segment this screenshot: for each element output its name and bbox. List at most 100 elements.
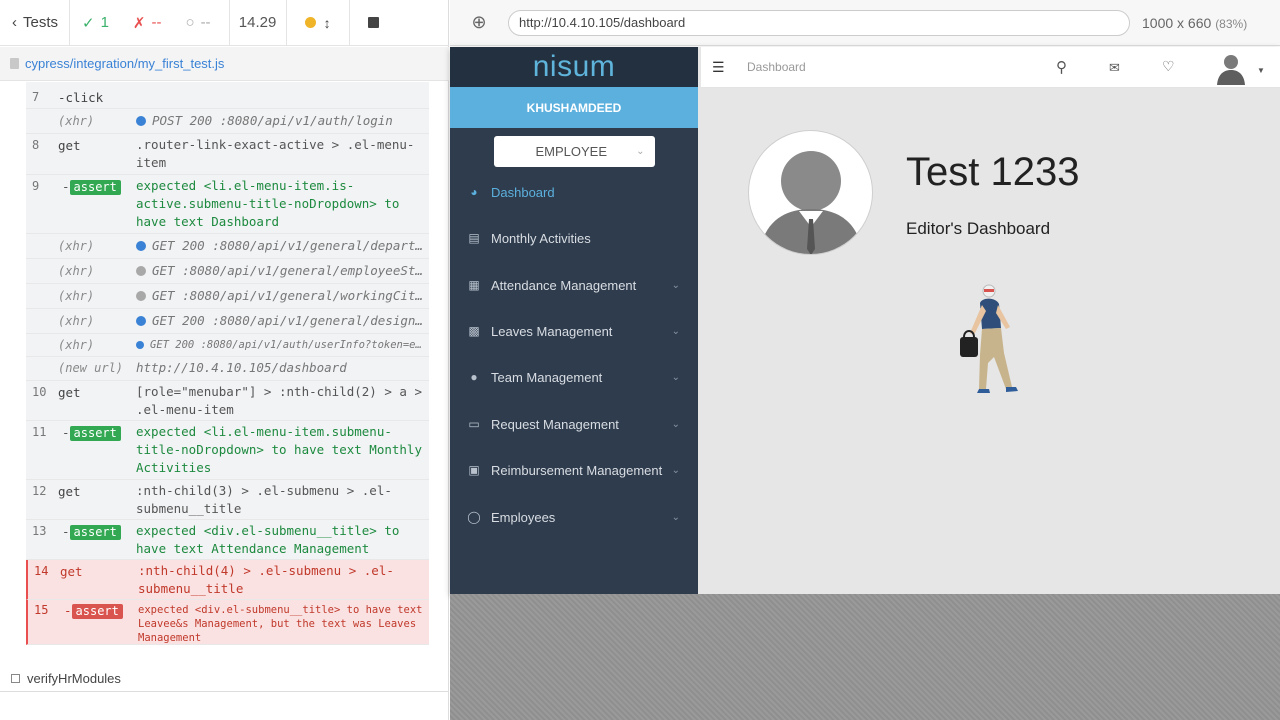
command-row[interactable]: 11 - assert expected <li.el-menu-item.sub… — [26, 421, 429, 480]
url-text: http://10.4.10.105/dashboard — [519, 15, 686, 30]
xhr-status-dot-icon — [136, 316, 146, 326]
viewport-info: 1000 x 660 (83%) — [1142, 15, 1247, 31]
command-number: 12 — [32, 484, 47, 498]
command-message: GET :8080/api/v1/general/employeeSta… — [152, 263, 425, 278]
command-name: get — [58, 385, 81, 400]
command-message: GET 200 :8080/api/v1/auth/userInfo?token… — [150, 339, 422, 351]
command-number: 13 — [32, 524, 47, 538]
menu-item-request-management[interactable]: ▭ Request Management ⌄ — [450, 402, 698, 446]
xhr-status-dot-icon — [136, 116, 146, 126]
command-name: (xhr) — [58, 314, 95, 328]
running-indicator-icon — [304, 17, 316, 28]
selector-playground-button[interactable]: ⊕ — [450, 0, 508, 46]
person-icon: ◯ — [467, 510, 481, 524]
chevron-down-icon: ⌄ — [671, 371, 680, 383]
command-row[interactable]: (new url) http://10.4.10.105/dashboard — [26, 357, 429, 381]
command-number: 14 — [34, 564, 49, 578]
command-row-failed[interactable]: 15 - assert expected <div.el-submenu__tit… — [26, 600, 429, 645]
command-row[interactable]: (xhr) GET 200 :8080/api/v1/general/desig… — [26, 309, 429, 334]
command-row[interactable]: 8 get .router-link-exact-active > .el-me… — [26, 134, 429, 175]
command-message: .router-link-exact-active > .el-menu-ite… — [136, 137, 415, 170]
spec-path-bar[interactable]: cypress/integration/my_first_test.js — [0, 47, 449, 81]
menu-item-attendance-management[interactable]: ▦ Attendance Management ⌄ — [450, 263, 698, 307]
command-name: (xhr) — [58, 289, 95, 303]
command-name: -click — [58, 90, 104, 105]
assert-prefix: expected — [136, 424, 204, 439]
tests-back-button[interactable]: ‹ Tests — [0, 0, 70, 46]
command-name: (xhr) — [58, 239, 95, 253]
command-row[interactable]: 7 -click — [26, 82, 429, 109]
menu-label: Dashboard — [491, 184, 555, 200]
pending-count: -- — [200, 14, 211, 31]
url-bar[interactable]: http://10.4.10.105/dashboard — [508, 9, 1130, 36]
command-row[interactable]: 10 get [role="menubar"] > :nth-child(2) … — [26, 381, 429, 421]
command-row[interactable]: (xhr) GET 200 :8080/api/v1/auth/userInfo… — [26, 334, 429, 357]
xhr-status-dot-icon — [136, 341, 144, 349]
bell-icon[interactable]: ♡ — [1162, 58, 1175, 75]
command-row[interactable]: 12 get :nth-child(3) > .el-submenu > .el… — [26, 480, 429, 520]
menu-item-employees[interactable]: ◯ Employees ⌄ — [450, 495, 698, 539]
xhr-status-dot-icon — [136, 241, 146, 251]
menu-item-leaves-management[interactable]: ▩ Leaves Management ⌄ — [450, 309, 698, 353]
avatar[interactable] — [1214, 51, 1248, 85]
search-icon[interactable]: ⚲ — [1056, 58, 1067, 76]
command-name: (new url) — [58, 361, 124, 375]
failed-stat: ✗ -- — [121, 0, 174, 46]
command-message: :nth-child(3) > .el-submenu > .el-submen… — [136, 483, 392, 516]
command-message: [role="menubar"] > :nth-child(2) > a > .… — [136, 384, 422, 417]
aut-header: ⊕ http://10.4.10.105/dashboard 1000 x 66… — [450, 0, 1280, 46]
dashboard-icon: ◕ — [470, 185, 478, 199]
app-topbar: ☰ Dashboard ⚲ ✉ ♡ ▼ — [701, 47, 1280, 88]
command-number: 8 — [32, 138, 40, 152]
assert-prefix: expected — [136, 523, 204, 538]
command-name: (xhr) — [58, 264, 95, 278]
command-message: GET 200 :8080/api/v1/general/designa… — [152, 313, 425, 328]
team-icon: ● — [470, 370, 478, 384]
command-row[interactable]: (xhr) GET 200 :8080/api/v1/general/depar… — [26, 234, 429, 259]
command-message: :nth-child(4) > .el-submenu > .el-submen… — [138, 563, 394, 596]
logo: nisum — [450, 47, 698, 87]
command-row-failed[interactable]: 14 get :nth-child(4) > .el-submenu > .el… — [26, 560, 429, 600]
assert-badge: assert — [69, 525, 121, 540]
menu-item-monthly-activities[interactable]: ▤ Monthly Activities — [450, 216, 698, 260]
mail-icon[interactable]: ✉ — [1109, 60, 1120, 76]
test-title-row[interactable]: verifyHrModules — [0, 666, 449, 692]
walking-person-illustration — [960, 284, 1018, 393]
breadcrumb: Dashboard — [747, 60, 806, 74]
menu-item-reimbursement-management[interactable]: ▣ Reimbursement Management ⌄ — [450, 448, 698, 492]
command-name: get — [60, 564, 83, 579]
check-icon: ✓ — [82, 14, 95, 32]
command-row[interactable]: (xhr) GET :8080/api/v1/general/workingCi… — [26, 284, 429, 309]
command-row[interactable]: 9 - assert expected <li.el-menu-item.is-a… — [26, 175, 429, 234]
menu-item-team-management[interactable]: ● Team Management ⌄ — [450, 355, 698, 399]
duration: 14.29 — [228, 0, 287, 46]
cypress-reporter: ‹ Tests ✓ 1 ✗ -- ○ -- 14.29 ↕ cypress/in… — [0, 0, 449, 720]
app-under-test: nisum KHUSHAMDEED EMPLOYEE ⌄ ◕ Dashboard… — [450, 47, 1280, 594]
caret-down-icon[interactable]: ▼ — [1257, 66, 1265, 75]
command-log: 7 -click (xhr) POST 200 :8080/api/v1/aut… — [26, 82, 429, 647]
command-message: GET 200 :8080/api/v1/general/departm… — [152, 238, 425, 253]
profile-picture — [748, 130, 873, 255]
menu-item-dashboard[interactable]: ◕ Dashboard — [450, 170, 698, 214]
menu-toggle-icon[interactable]: ☰ — [712, 59, 725, 76]
command-row[interactable]: (xhr) POST 200 :8080/api/v1/auth/login — [26, 109, 429, 134]
command-name: get — [58, 138, 81, 153]
profile-name: Test 1233 — [906, 150, 1080, 194]
spec-path[interactable]: cypress/integration/my_first_test.js — [25, 56, 224, 71]
pending-circle-icon: ○ — [185, 14, 195, 31]
command-name: get — [58, 484, 81, 499]
inbox-icon: ▭ — [468, 417, 480, 431]
role-select[interactable]: EMPLOYEE ⌄ — [493, 136, 655, 167]
command-row[interactable]: (xhr) GET :8080/api/v1/general/employeeS… — [26, 259, 429, 284]
assert-value: Dashboard — [211, 214, 279, 229]
xhr-status-dot-icon — [136, 291, 146, 301]
chevron-down-icon: ⌄ — [671, 511, 680, 523]
assert-badge: assert — [69, 426, 121, 441]
auto-scroll-toggle[interactable]: ↕ — [287, 0, 350, 46]
stop-button[interactable] — [350, 0, 397, 46]
passed-stat: ✓ 1 — [70, 0, 121, 46]
file-icon — [10, 58, 19, 69]
command-row[interactable]: 13 - assert expected <div.el-submenu__tit… — [26, 520, 429, 560]
command-message: POST 200 :8080/api/v1/auth/login — [152, 113, 393, 128]
chevron-down-icon: ⌄ — [671, 325, 680, 337]
